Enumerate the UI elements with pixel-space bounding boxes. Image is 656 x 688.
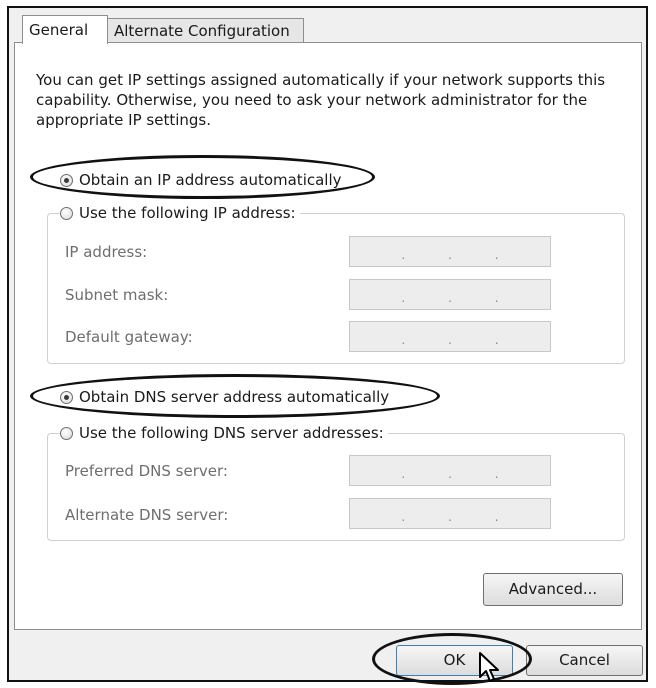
radio-use-following-ip[interactable] xyxy=(60,206,73,220)
subnet-mask-input[interactable]: ... xyxy=(349,279,551,310)
ip-address-input[interactable]: ... xyxy=(349,236,551,267)
obtain-ip-auto-option[interactable]: Obtain an IP address automatically xyxy=(60,169,346,191)
use-following-dns-option[interactable]: Use the following DNS server addresses: xyxy=(60,422,388,444)
default-gateway-label: Default gateway: xyxy=(65,328,193,346)
ok-button[interactable]: OK xyxy=(396,645,513,676)
subnet-mask-label: Subnet mask: xyxy=(65,286,169,304)
use-following-ip-label: Use the following IP address: xyxy=(79,204,296,222)
radio-obtain-dns-auto[interactable] xyxy=(60,390,73,404)
ip-address-label: IP address: xyxy=(65,243,148,261)
alternate-dns-label: Alternate DNS server: xyxy=(65,506,229,524)
cancel-button[interactable]: Cancel xyxy=(526,645,643,676)
advanced-button[interactable]: Advanced... xyxy=(483,573,623,606)
use-following-dns-label: Use the following DNS server addresses: xyxy=(79,424,384,442)
radio-obtain-ip-auto[interactable] xyxy=(60,173,73,187)
default-gateway-input[interactable]: ... xyxy=(349,321,551,352)
obtain-dns-auto-option[interactable]: Obtain DNS server address automatically xyxy=(60,386,394,408)
description-text: You can get IP settings assigned automat… xyxy=(36,71,606,129)
tab-alternate-configuration[interactable]: Alternate Configuration xyxy=(107,18,304,43)
preferred-dns-input[interactable]: ... xyxy=(349,455,551,486)
tab-general[interactable]: General xyxy=(22,15,108,44)
obtain-dns-auto-label: Obtain DNS server address automatically xyxy=(79,388,390,406)
radio-use-following-dns[interactable] xyxy=(60,426,73,440)
alternate-dns-input[interactable]: ... xyxy=(349,498,551,529)
obtain-ip-auto-label: Obtain an IP address automatically xyxy=(79,171,342,189)
use-following-ip-option[interactable]: Use the following IP address: xyxy=(60,202,300,224)
preferred-dns-label: Preferred DNS server: xyxy=(65,462,228,480)
